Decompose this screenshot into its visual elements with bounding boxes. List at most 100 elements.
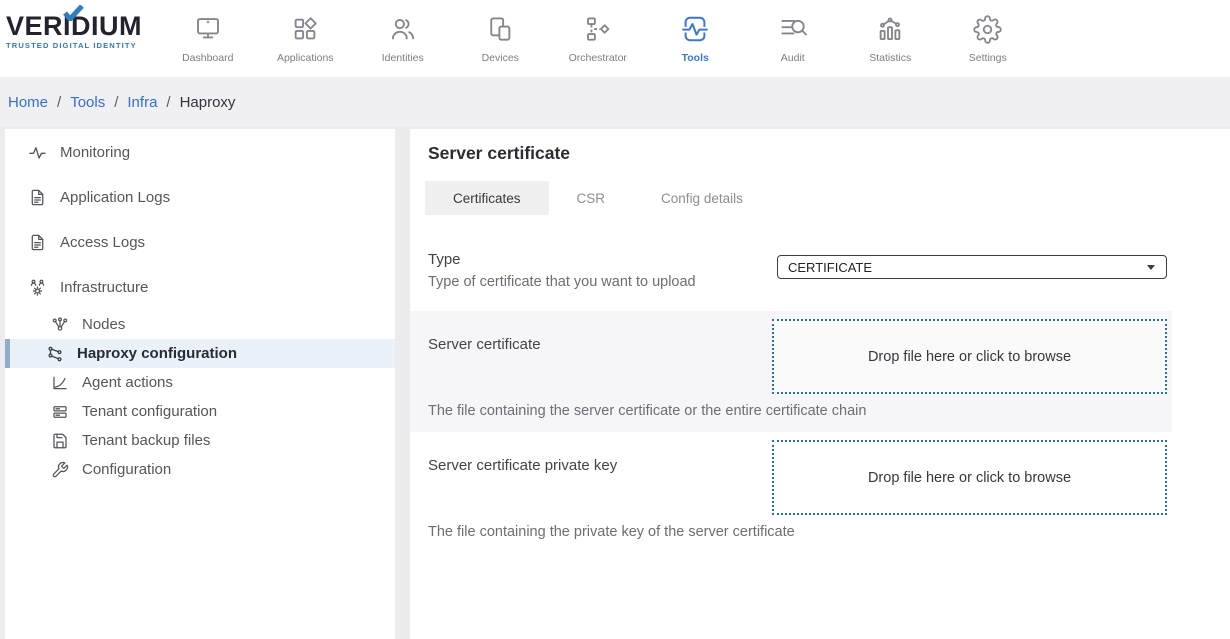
nav-label: Devices <box>482 52 519 64</box>
sidebar-item-configuration[interactable]: Configuration <box>5 455 395 484</box>
server-certificate-help: The file containing the server certifica… <box>428 403 1172 419</box>
breadcrumb-link-tools[interactable]: Tools <box>70 94 105 111</box>
nav-item-statistics[interactable]: Statistics <box>842 8 940 64</box>
private-key-dropzone[interactable]: Drop file here or click to browse <box>772 440 1167 515</box>
flowchart-icon <box>583 8 613 44</box>
breadcrumb-link-home[interactable]: Home <box>8 94 48 111</box>
floppy-icon <box>51 432 69 450</box>
breadcrumb-separator: / <box>166 94 170 111</box>
sidebar-item-label: Configuration <box>82 461 171 478</box>
breadcrumb-current: Haproxy <box>180 94 236 111</box>
veridium-logo[interactable]: VERIDIUM TRUSTED DIGITAL IDENTITY <box>6 12 156 50</box>
pulse-square-icon <box>680 8 710 44</box>
sidebar: Monitoring Application Logs Access Logs <box>5 129 395 639</box>
main-panel: Server certificate Certificates CSR Conf… <box>410 129 1230 639</box>
monitor-icon <box>193 8 223 44</box>
dropzone-text: Drop file here or click to browse <box>868 349 1071 365</box>
private-key-top: Server certificate private key Drop file… <box>428 440 1172 515</box>
type-select[interactable]: CERTIFICATE <box>777 255 1167 279</box>
sidebar-item-agent-actions[interactable]: Agent actions <box>5 368 395 397</box>
sidebar-item-label: Monitoring <box>60 144 130 161</box>
tab-config-details[interactable]: Config details <box>633 181 771 215</box>
sidebar-item-label: Application Logs <box>60 189 170 206</box>
bar-chart-icon <box>875 8 905 44</box>
breadcrumb-separator: / <box>114 94 118 111</box>
server-stack-icon <box>51 403 69 421</box>
sidebar-item-haproxy-configuration[interactable]: Haproxy configuration <box>5 339 395 368</box>
grid-icon <box>290 8 320 44</box>
type-field-row: Type Type of certificate that you want t… <box>410 235 1230 311</box>
body-region: Monitoring Application Logs Access Logs <box>0 127 1230 639</box>
top-header: VERIDIUM TRUSTED DIGITAL IDENTITY Dashbo… <box>0 0 1230 77</box>
nav-item-identities[interactable]: Identities <box>354 8 452 64</box>
sidebar-item-label: Nodes <box>82 316 125 333</box>
dropzone-text: Drop file here or click to browse <box>868 470 1071 486</box>
logo-tagline: TRUSTED DIGITAL IDENTITY <box>6 41 156 50</box>
nav-label: Orchestrator <box>569 52 627 64</box>
sidebar-item-application-logs[interactable]: Application Logs <box>5 175 395 220</box>
type-field-text: Type Type of certificate that you want t… <box>428 251 696 290</box>
sidebar-item-tenant-backup-files[interactable]: Tenant backup files <box>5 426 395 455</box>
type-select-value: CERTIFICATE <box>788 260 872 275</box>
private-key-help: The file containing the private key of t… <box>428 524 1172 540</box>
nav-item-orchestrator[interactable]: Orchestrator <box>549 8 647 64</box>
nav-item-devices[interactable]: Devices <box>452 8 550 64</box>
sidebar-item-monitoring[interactable]: Monitoring <box>5 130 395 175</box>
users-icon <box>388 8 418 44</box>
sidebar-item-nodes[interactable]: Nodes <box>5 310 395 339</box>
nav-label: Settings <box>969 52 1007 64</box>
network-icon <box>46 345 64 363</box>
private-key-label: Server certificate private key <box>428 457 617 474</box>
devices-icon <box>485 8 515 44</box>
breadcrumb: Home / Tools / Infra / Haproxy <box>0 77 1230 127</box>
chart-line-icon <box>51 374 69 392</box>
sidebar-item-access-logs[interactable]: Access Logs <box>5 220 395 265</box>
nav-item-audit[interactable]: Audit <box>744 8 842 64</box>
server-certificate-top: Server certificate Drop file here or cli… <box>428 319 1172 394</box>
server-certificate-label: Server certificate <box>428 336 541 353</box>
server-certificate-row: Server certificate Drop file here or cli… <box>410 311 1172 432</box>
sidebar-item-tenant-configuration[interactable]: Tenant configuration <box>5 397 395 426</box>
type-field-help: Type of certificate that you want to upl… <box>428 274 696 290</box>
breadcrumb-separator: / <box>57 94 61 111</box>
sidebar-item-label: Infrastructure <box>60 279 148 296</box>
logo-checkmark-icon <box>63 5 85 21</box>
sidebar-infrastructure-children: Nodes Haproxy configuration Agent act <box>5 310 395 484</box>
nav-label: Dashboard <box>182 52 233 64</box>
server-certificate-dropzone[interactable]: Drop file here or click to browse <box>772 319 1167 394</box>
sidebar-item-label: Haproxy configuration <box>77 345 237 362</box>
private-key-row: Server certificate private key Drop file… <box>410 432 1172 553</box>
type-field-label: Type <box>428 251 696 268</box>
document-icon <box>28 233 47 252</box>
sidebar-item-label: Tenant configuration <box>82 403 217 420</box>
sidebar-item-label: Access Logs <box>60 234 145 251</box>
nav-label: Statistics <box>869 52 911 64</box>
sidebar-item-label: Tenant backup files <box>82 432 210 449</box>
tab-bar: Certificates CSR Config details <box>425 181 1230 215</box>
list-search-icon <box>778 8 808 44</box>
org-gear-icon <box>28 278 47 297</box>
nav-item-tools[interactable]: Tools <box>647 8 745 64</box>
sidebar-item-label: Agent actions <box>82 374 173 391</box>
sidebar-item-infrastructure[interactable]: Infrastructure <box>5 265 395 310</box>
nav-label: Tools <box>682 52 709 64</box>
nav-label: Applications <box>277 52 334 64</box>
logo-wordmark: VERIDIUM <box>6 12 156 40</box>
nav-item-settings[interactable]: Settings <box>939 8 1037 64</box>
page-title: Server certificate <box>428 143 1230 164</box>
nav-label: Audit <box>781 52 805 64</box>
wrench-icon <box>51 461 69 479</box>
nav-item-applications[interactable]: Applications <box>257 8 355 64</box>
nav-item-dashboard[interactable]: Dashboard <box>159 8 257 64</box>
document-icon <box>28 188 47 207</box>
breadcrumb-link-infra[interactable]: Infra <box>127 94 157 111</box>
chevron-down-icon <box>1147 265 1155 270</box>
nav-label: Identities <box>382 52 424 64</box>
certificate-form: Type Type of certificate that you want t… <box>410 235 1230 553</box>
top-navigation: Dashboard Applications Identities <box>159 8 1037 64</box>
tab-certificates[interactable]: Certificates <box>425 181 549 215</box>
tab-csr[interactable]: CSR <box>549 181 634 215</box>
pulse-icon <box>28 143 47 162</box>
gear-icon <box>973 8 1002 44</box>
nodes-icon <box>51 316 69 334</box>
